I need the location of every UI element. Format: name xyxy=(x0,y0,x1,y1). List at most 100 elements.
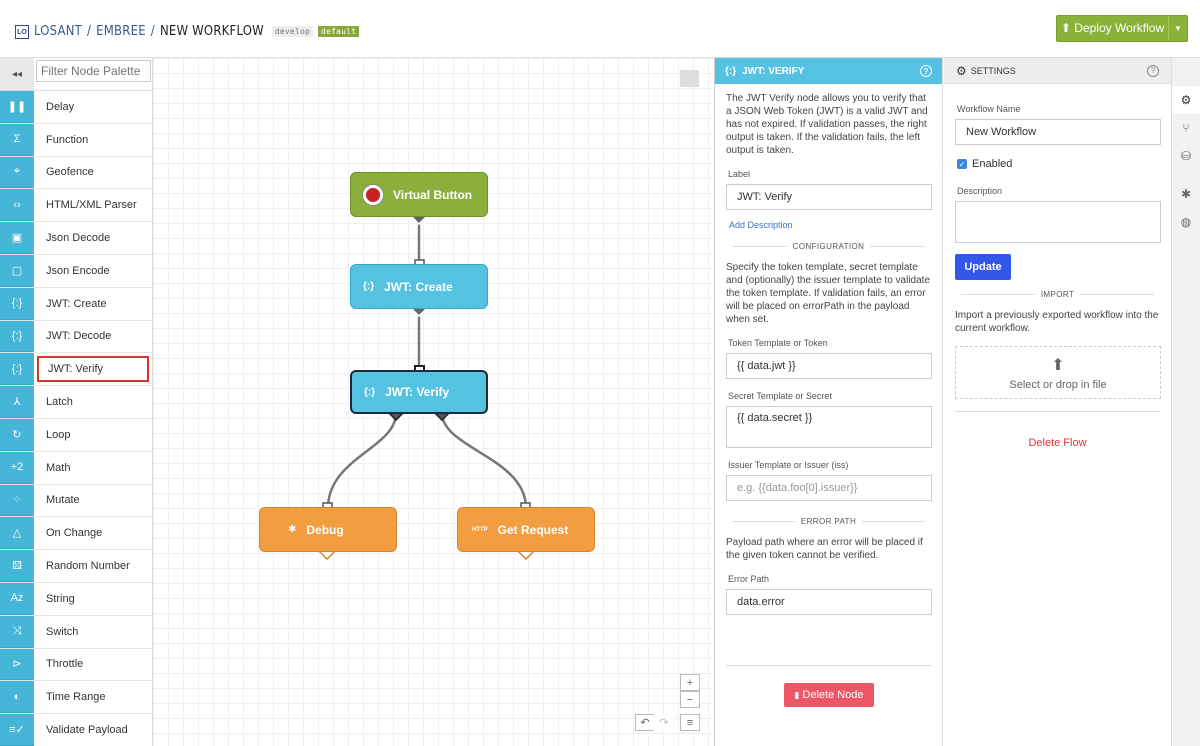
secret-field-label: Secret Template or Secret xyxy=(728,391,832,401)
settings-panel: ⚙ SETTINGS ? Workflow Name New Workflow … xyxy=(944,58,1172,746)
palette-toolbar: ◂◂ xyxy=(0,58,152,91)
palette-item-json-decode[interactable]: ▣ Json Decode xyxy=(0,222,152,255)
jwt-verify-node[interactable]: {:} JWT: Verify xyxy=(350,370,488,414)
on-change-icon: △ xyxy=(0,517,34,550)
palette-item-loop[interactable]: ↻ Loop xyxy=(0,418,152,452)
palette-item-latch[interactable]: ⅄ Latch xyxy=(0,386,152,419)
json-encode-icon: ▢ xyxy=(0,254,34,287)
settings-icon[interactable]: ⚙ xyxy=(1172,86,1200,114)
palette-item-label: On Change xyxy=(46,527,103,540)
canvas-menu-button[interactable]: ≡ xyxy=(680,714,700,731)
delete-node-label: Delete Node xyxy=(802,689,864,701)
storage-icon[interactable]: ⛁ xyxy=(1172,142,1200,170)
breadcrumb-org[interactable]: LOSANT xyxy=(34,24,82,39)
breadcrumb-app[interactable]: EMBREE xyxy=(96,24,146,39)
geofence-icon: ⌖ xyxy=(0,156,34,189)
palette-item-mutate[interactable]: ⁘ Mutate xyxy=(0,484,152,518)
random-number-icon: ⚄ xyxy=(0,550,34,582)
workflow-name-input[interactable]: New Workflow xyxy=(955,119,1161,145)
throttle-icon: ⊳ xyxy=(0,648,34,681)
get-request-node[interactable]: HTTP Get Request xyxy=(457,507,595,552)
breadcrumb-separator: / xyxy=(150,24,155,39)
node-label: Get Request xyxy=(497,522,569,537)
deploy-label: Deploy Workflow xyxy=(1074,21,1165,35)
configuration-text: Specify the token template, secret templ… xyxy=(726,262,931,325)
palette-item-function[interactable]: Σ Function xyxy=(0,123,152,157)
palette-item-html-xml-parser[interactable]: ‹› HTML/XML Parser xyxy=(0,189,152,223)
latch-icon: ⅄ xyxy=(0,386,34,418)
workflow-canvas[interactable]: Virtual Button {:} JWT: Create {:} JWT: … xyxy=(153,58,715,746)
palette-item-json-encode[interactable]: ▢ Json Encode xyxy=(0,254,152,288)
delete-node-button[interactable]: ▮ Delete Node xyxy=(784,683,874,707)
palette-item-string[interactable]: Az String xyxy=(0,582,152,616)
string-icon: Az xyxy=(0,582,34,615)
deploy-workflow-button[interactable]: ⬆ Deploy Workflow ▼ xyxy=(1056,15,1188,42)
palette-item-label: Random Number xyxy=(46,560,130,573)
losant-logo[interactable]: LO xyxy=(15,25,29,39)
update-button[interactable]: Update xyxy=(955,254,1011,280)
jwt-create-node[interactable]: {:} JWT: Create xyxy=(350,264,488,309)
palette-item-geofence[interactable]: ⌖ Geofence xyxy=(0,156,152,190)
minimap-toggle[interactable] xyxy=(680,70,699,87)
file-drop-zone[interactable]: ⬆ Select or drop in file xyxy=(955,346,1161,399)
help-icon[interactable]: ? xyxy=(920,65,932,77)
palette-item-jwt-create[interactable]: {:} JWT: Create xyxy=(0,287,152,321)
bug-icon: ✱ xyxy=(288,524,297,535)
globe-icon[interactable]: ◍ xyxy=(1172,208,1200,236)
branch-icon[interactable]: ⑂ xyxy=(1172,114,1200,142)
palette-item-math[interactable]: +2 Math xyxy=(0,451,152,485)
debug-icon[interactable]: ✱ xyxy=(1172,180,1200,208)
enabled-checkbox[interactable]: ✓ xyxy=(957,159,967,169)
node-label: Debug xyxy=(306,522,344,537)
enabled-checkbox-row[interactable]: ✓ Enabled xyxy=(955,158,1160,170)
palette-item-random-number[interactable]: ⚄ Random Number xyxy=(0,550,152,583)
redo-button[interactable]: ↷ xyxy=(654,714,674,731)
node-config-header: {:} JWT: VERIFY ? xyxy=(715,58,942,84)
wire-verify-request xyxy=(440,412,528,509)
zoom-out-button[interactable]: − xyxy=(680,691,700,708)
description-textarea[interactable] xyxy=(955,201,1161,243)
json-decode-icon: ▣ xyxy=(0,222,34,254)
node-palette: ◂◂ ❚❚ Delay Σ Function ⌖ Geofence ‹› HTML/XML P… xyxy=(0,58,153,746)
issuer-input[interactable]: e.g. {{data.foo[0].issuer}} xyxy=(726,475,932,501)
switch-icon: ⤨ xyxy=(0,615,34,648)
virtual-button-node[interactable]: Virtual Button xyxy=(350,172,488,217)
secret-textarea[interactable]: {{ data.secret }} xyxy=(726,406,932,448)
collapse-palette-icon[interactable]: ◂◂ xyxy=(0,58,34,90)
error-path-input[interactable]: data.error xyxy=(726,589,932,615)
palette-item-jwt-verify[interactable]: {:} JWT: Verify xyxy=(0,353,152,387)
palette-item-label: JWT: Decode xyxy=(46,330,112,343)
palette-item-label: Time Range xyxy=(46,691,106,704)
palette-item-delay[interactable]: ❚❚ Delay xyxy=(0,91,152,124)
help-icon[interactable]: ? xyxy=(1147,64,1159,77)
add-description-link[interactable]: Add Description xyxy=(729,220,931,230)
enabled-label: Enabled xyxy=(972,158,1013,170)
default-tag: default xyxy=(318,26,360,37)
description-label: Description xyxy=(957,186,1003,196)
zoom-in-button[interactable]: + xyxy=(680,674,700,691)
delete-flow-link[interactable]: Delete Flow xyxy=(955,437,1160,449)
error-path-section-header: ERROR PATH xyxy=(726,517,931,526)
settings-header: ⚙ SETTINGS ? xyxy=(944,58,1171,84)
palette-item-validate-payload[interactable]: ≡✓ Validate Payload xyxy=(0,714,152,746)
palette-item-throttle[interactable]: ⊳ Throttle xyxy=(0,648,152,682)
label-input[interactable]: JWT: Verify xyxy=(726,184,932,210)
undo-button[interactable]: ↶ xyxy=(635,714,655,731)
palette-item-on-change[interactable]: △ On Change xyxy=(0,517,152,551)
upload-icon: ⬆ xyxy=(1051,356,1065,374)
palette-item-label: Math xyxy=(46,461,71,474)
filter-node-palette-input[interactable] xyxy=(36,60,151,82)
palette-item-label: Geofence xyxy=(46,166,94,179)
palette-item-label: String xyxy=(46,592,75,605)
palette-item-switch[interactable]: ⤨ Switch xyxy=(0,615,152,649)
palette-item-time-range[interactable]: ◐ Time Range xyxy=(0,681,152,715)
palette-list: ❚❚ Delay Σ Function ⌖ Geofence ‹› HTML/XML Pars… xyxy=(0,91,152,746)
wire-verify-debug xyxy=(326,412,398,509)
chevron-down-icon[interactable]: ▼ xyxy=(1169,24,1187,33)
palette-item-jwt-decode[interactable]: {:} JWT: Decode xyxy=(0,320,152,354)
version-tag[interactable]: develop xyxy=(271,26,313,37)
token-input[interactable]: {{ data.jwt }} xyxy=(726,353,932,379)
debug-node[interactable]: ✱ Debug xyxy=(259,507,397,552)
deploy-main[interactable]: ⬆ Deploy Workflow xyxy=(1057,16,1169,41)
breadcrumb: LOSANT / EMBREE / NEW WORKFLOW develop d… xyxy=(34,24,360,39)
